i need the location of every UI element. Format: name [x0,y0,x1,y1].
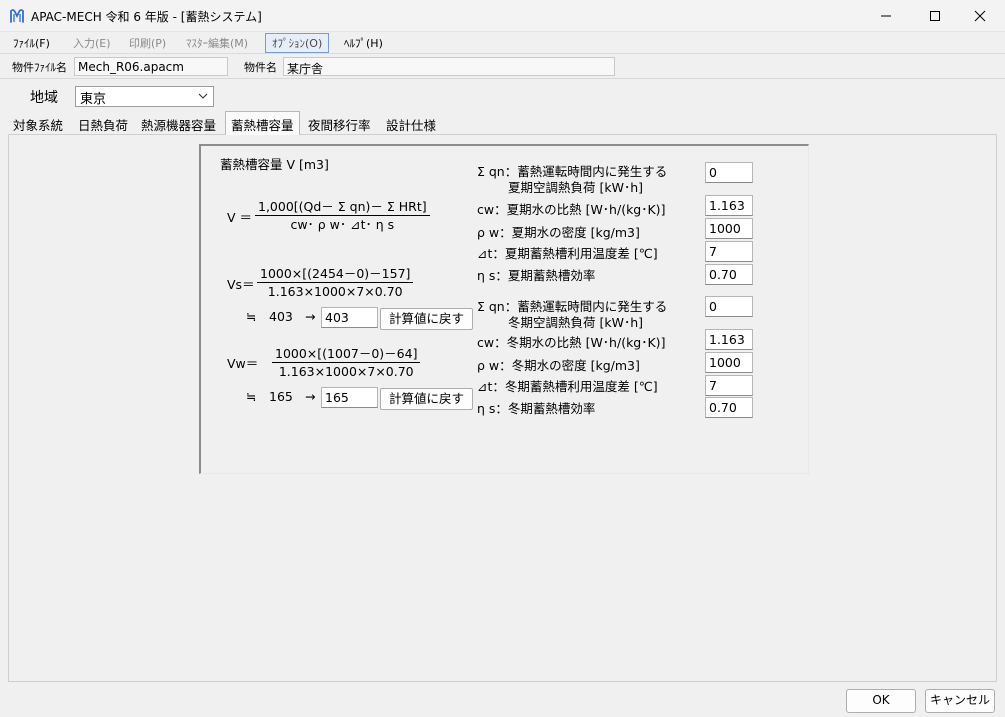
winter-qn-label-2: 冬期空調熱負荷 [kW･h] [508,315,643,330]
summer-numerator: 1000×[(2454－0)－157] [257,266,414,283]
region-value: 東京 [80,92,107,107]
tab-heat-source-capacity[interactable]: 熱源機器容量 [138,114,219,134]
menu-help[interactable]: ﾍﾙﾌﾟ(H) [344,35,383,51]
region-select[interactable]: 東京 [75,86,214,107]
summer-approx-symbol: ≒ [246,309,257,324]
chevron-down-icon [198,93,208,99]
summer-arrow: → [305,309,316,324]
winter-numerator: 1000×[(1007－0)－64] [272,346,421,363]
minimize-button[interactable] [863,0,909,32]
formula-numerator: 1,000[(Qd－ Σ qn)－ Σ HRt] [255,199,430,216]
winter-cw-input[interactable]: 1.163 [705,329,753,350]
window-title: APAC-MECH 令和 6 年版 - [蓄熱システム] [31,10,262,24]
winter-eta-input[interactable]: 0.70 [705,397,753,418]
summer-dt-input[interactable]: 7 [705,241,753,262]
winter-denominator: 1.163×1000×7×0.70 [278,364,414,379]
property-name-label: 物件名 [244,61,277,74]
winter-qn-input[interactable]: 0 [705,296,753,317]
winter-rho-input[interactable]: 1000 [705,352,753,373]
winter-dt-label: ⊿t：冬期蓄熱槽利用温度差 [℃] [477,379,658,394]
minimize-icon [881,15,891,17]
summer-dt-label: ⊿t：夏期蓄熱槽利用温度差 [℃] [477,246,658,261]
winter-rho-label: ρ w：冬期水の密度 [kg/m3] [477,358,640,373]
tab-daily-load[interactable]: 日熱負荷 [75,114,131,134]
summer-cw-input[interactable]: 1.163 [705,195,753,216]
menu-input[interactable]: 入力(E) [73,35,111,51]
maximize-icon [930,11,940,21]
title-bar: APAC-MECH 令和 6 年版 - [蓄熱システム] [0,0,1005,32]
cancel-button[interactable]: キャンセル [925,689,995,713]
tab-night-shift-rate[interactable]: 夜間移行率 [305,114,374,134]
menu-bar: ﾌｧｲﾙ(F) 入力(E) 印刷(P) ﾏｽﾀｰ編集(M) ｵﾌﾟｼｮﾝ(O) … [0,32,1005,54]
menu-master-edit[interactable]: ﾏｽﾀｰ編集(M) [186,35,248,51]
property-name-value: 某庁舎 [283,57,615,76]
summer-eta-label: η s：夏期蓄熱槽効率 [477,268,596,283]
menu-file[interactable]: ﾌｧｲﾙ(F) [13,35,50,51]
property-file-value: Mech_R06.apacm [74,57,228,76]
apac-m-logo-icon [10,9,24,23]
summer-eta-input[interactable]: 0.70 [705,264,753,285]
summer-fraction: 1000×[(2454－0)－157] 1.163×1000×7×0.70 [257,266,414,300]
tab-target-system[interactable]: 対象系統 [10,114,66,134]
menu-option[interactable]: ｵﾌﾟｼｮﾝ(O) [265,33,330,53]
winter-approx-symbol: ≒ [246,389,257,404]
winter-capacity-input[interactable]: 165 [321,387,378,408]
property-info-bar: 物件ﾌｧｲﾙ名 Mech_R06.apacm 物件名 某庁舎 [0,55,1005,79]
maximize-button[interactable] [912,0,958,32]
winter-eta-label: η s：冬期蓄熱槽効率 [477,401,596,416]
summer-capacity-input[interactable]: 403 [321,307,378,328]
summer-qn-input[interactable]: 0 [705,162,753,183]
close-icon [974,10,986,22]
summer-lhs: Vs＝ [227,277,255,292]
property-file-label: 物件ﾌｧｲﾙ名 [12,61,67,74]
formula-lhs: V ＝ [227,210,253,225]
winter-reset-button[interactable]: 計算値に戻す [380,388,473,410]
winter-lhs: Vw＝ [227,356,259,371]
menu-print[interactable]: 印刷(P) [129,35,166,51]
close-button[interactable] [957,0,1003,32]
formula-denominator: cw･ ρ w･ ⊿t･ η s [290,217,395,232]
ok-button[interactable]: OK [846,689,916,713]
storage-capacity-panel: 蓄熱槽容量 V [m3] V ＝ 1,000[(Qd－ Σ qn)－ Σ HRt… [199,144,809,474]
tab-design-spec[interactable]: 設計仕様 [383,114,439,134]
panel-heading: 蓄熱槽容量 V [m3] [220,157,329,172]
region-label: 地域 [30,90,58,106]
tab-storage-tank-capacity[interactable]: 蓄熱槽容量 [225,111,300,135]
winter-dt-input[interactable]: 7 [705,375,753,396]
summer-denominator: 1.163×1000×7×0.70 [267,284,403,299]
formula-fraction: 1,000[(Qd－ Σ qn)－ Σ HRt] cw･ ρ w･ ⊿t･ η … [255,199,430,233]
winter-approx-value: 165 [269,389,293,404]
winter-fraction: 1000×[(1007－0)－64] 1.163×1000×7×0.70 [272,346,421,380]
winter-cw-label: cw：冬期水の比熱 [W･h/(kg･K)] [477,335,666,350]
summer-cw-label: cw：夏期水の比熱 [W･h/(kg･K)] [477,202,666,217]
summer-rho-input[interactable]: 1000 [705,218,753,239]
winter-arrow: → [305,389,316,404]
summer-approx-value: 403 [269,309,293,324]
summer-rho-label: ρ w：夏期水の密度 [kg/m3] [477,225,640,240]
summer-reset-button[interactable]: 計算値に戻す [380,308,473,330]
summer-qn-label-2: 夏期空調熱負荷 [kW･h] [508,180,643,195]
